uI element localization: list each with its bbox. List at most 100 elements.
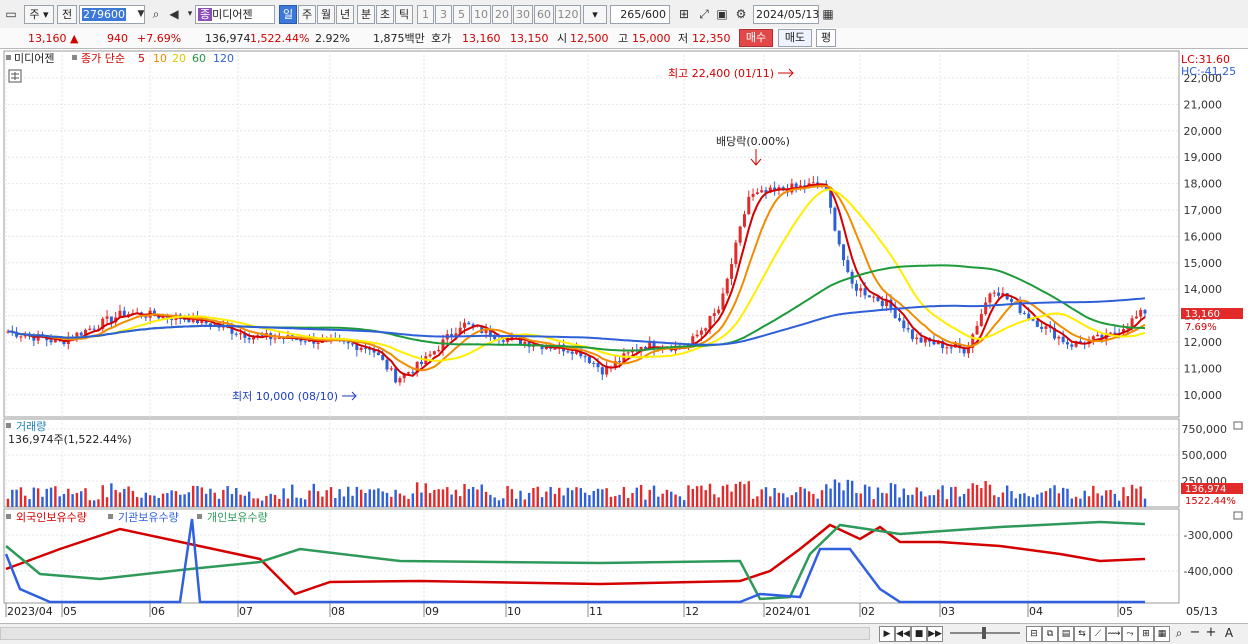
chart-area[interactable]: 22,00021,00020,00019,00018,00017,00016,0…: [0, 49, 1248, 623]
period-second-button[interactable]: 초: [376, 5, 394, 24]
interval-10-button[interactable]: 10: [471, 5, 491, 24]
volume-bar: [407, 498, 410, 507]
zoom-out-icon[interactable]: −: [1188, 626, 1202, 640]
line-tool-icon[interactable]: ⟋: [1090, 626, 1106, 642]
rewind-icon[interactable]: ◀◀: [895, 626, 911, 642]
candle-body: [1091, 336, 1095, 340]
stop-icon[interactable]: ■: [911, 626, 927, 642]
fast-forward-icon[interactable]: ▶▶: [927, 626, 943, 642]
chart-tool-icon[interactable]: ⊞: [676, 5, 692, 24]
volume-bar: [566, 487, 570, 507]
font-size-icon[interactable]: A: [1222, 626, 1236, 640]
candle-body: [906, 328, 910, 330]
volume-bar: [428, 493, 432, 507]
volume-bar: [36, 488, 40, 507]
volume-bar: [226, 486, 229, 507]
volume-bar: [807, 491, 811, 507]
period-tick-button[interactable]: 틱: [395, 5, 413, 24]
calendar-icon[interactable]: ▦: [820, 5, 836, 24]
volume-bar: [299, 498, 303, 507]
candle-body: [407, 372, 411, 374]
interval-3-button[interactable]: 3: [435, 5, 452, 24]
interval-5-button[interactable]: 5: [453, 5, 470, 24]
chevron-down-icon: ▾: [592, 8, 598, 21]
zoom-search-icon[interactable]: ⌕: [1172, 626, 1186, 640]
volume-bar: [454, 489, 458, 507]
type-button[interactable]: 전: [57, 5, 77, 24]
sound-icon[interactable]: ◀: [166, 5, 182, 24]
ask-label: 호가: [431, 32, 452, 45]
date-field[interactable]: 2024/05/13: [753, 5, 819, 24]
price-panel: [3, 50, 1180, 418]
period-month-button[interactable]: 월: [317, 5, 335, 24]
volume-bar: [717, 497, 720, 507]
zigzag-tool-icon[interactable]: ⟿: [1106, 626, 1122, 642]
volume-bar: [204, 493, 208, 507]
volume-bar: [971, 483, 974, 507]
period-day-button[interactable]: 일: [279, 5, 297, 24]
volume-bar: [424, 483, 427, 507]
window-icon[interactable]: ▭: [3, 5, 19, 24]
volume-bar: [351, 495, 354, 507]
volume-bar: [123, 488, 126, 507]
draw-tool-icon[interactable]: ⤢: [696, 5, 712, 24]
volume-bar: [515, 498, 518, 507]
volume-bar: [708, 483, 712, 507]
zoom-in-icon[interactable]: +: [1204, 626, 1218, 640]
volume-bar: [657, 496, 660, 507]
buy-button[interactable]: 매수: [739, 29, 773, 47]
period-week-button[interactable]: 주: [298, 5, 316, 24]
multi-chart-icon[interactable]: ⊞: [1138, 626, 1154, 642]
eval-button[interactable]: 평: [816, 29, 836, 47]
volume-bar: [97, 499, 100, 507]
horizontal-scrollbar[interactable]: [0, 627, 870, 640]
search-icon[interactable]: ⌕: [148, 5, 164, 24]
market-select[interactable]: 주 ▾: [24, 5, 54, 24]
compare-icon[interactable]: ⇆: [1074, 626, 1090, 642]
interval-1-button[interactable]: 1: [417, 5, 434, 24]
code-dropdown-icon[interactable]: ▼: [133, 5, 149, 24]
gear-icon[interactable]: ⚙: [733, 5, 749, 24]
volume-bar: [342, 496, 346, 507]
volume-bar: [140, 497, 143, 507]
stock-name-field[interactable]: 종 미디어젠: [195, 5, 275, 24]
volume-bar: [497, 500, 501, 507]
candle-body: [760, 190, 764, 193]
candle-body: [902, 320, 906, 329]
candle-body: [273, 338, 277, 340]
interval-60-button[interactable]: 60: [534, 5, 554, 24]
print-icon[interactable]: ▦: [1154, 626, 1170, 642]
interval-20-button[interactable]: 20: [492, 5, 512, 24]
period-minute-button[interactable]: 분: [357, 5, 375, 24]
candle-body: [854, 283, 858, 291]
legend-marker-icon: [6, 55, 11, 60]
period-year-button[interactable]: 년: [336, 5, 354, 24]
candle-body: [450, 334, 454, 336]
interval-30-button[interactable]: 30: [513, 5, 533, 24]
copy-icon[interactable]: ⧉: [1042, 626, 1058, 642]
turnover-rate: 2.92%: [315, 32, 350, 45]
volume-bar: [945, 499, 949, 507]
save-icon[interactable]: ▣: [714, 5, 730, 24]
volume-bar: [682, 500, 686, 507]
volume-panel-close-icon[interactable]: [1233, 421, 1243, 430]
candle-body: [1065, 342, 1069, 345]
split-icon[interactable]: ⊟: [1026, 626, 1042, 642]
volume-bar: [502, 498, 505, 507]
candle-body: [346, 341, 350, 344]
candle-body: [712, 313, 716, 317]
volume-bar: [1126, 496, 1129, 507]
layout-icon[interactable]: ▤: [1058, 626, 1074, 642]
volume-bar: [700, 485, 703, 507]
count-field[interactable]: 265/600: [610, 5, 670, 24]
pattern-tool-icon[interactable]: ⤳: [1122, 626, 1138, 642]
scroll-right-icon[interactable]: ▶: [879, 626, 895, 642]
candle-body: [898, 318, 902, 321]
holding-panel-close-icon[interactable]: [1233, 511, 1243, 520]
interval-dropdown[interactable]: ▾: [583, 5, 607, 24]
volume-bar: [19, 487, 23, 507]
sell-button[interactable]: 매도: [778, 29, 812, 47]
interval-120-button[interactable]: 120: [555, 5, 581, 24]
candle-body: [1040, 326, 1044, 329]
zoom-slider-handle[interactable]: [982, 627, 986, 639]
